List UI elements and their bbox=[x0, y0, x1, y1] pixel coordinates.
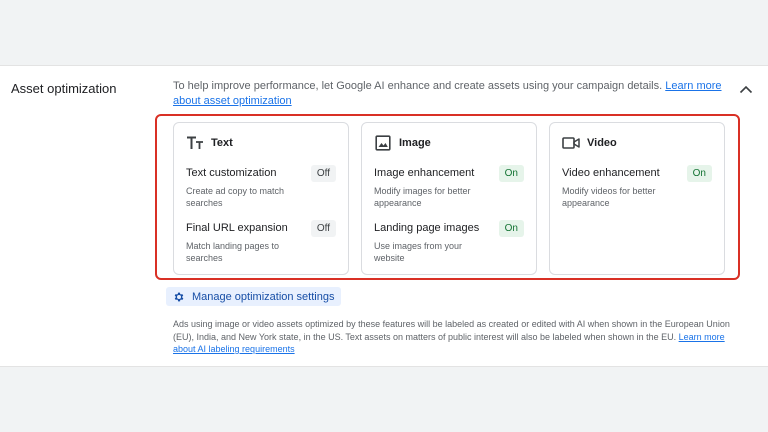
manage-optimization-settings-button[interactable]: Manage optimization settings bbox=[166, 287, 342, 306]
text-card-header: Text bbox=[186, 135, 233, 151]
feature-landing-page-images: Landing page images Use images from your… bbox=[374, 220, 526, 264]
image-card: Image Image enhancement Modify images fo… bbox=[361, 122, 537, 275]
feature-final-url-expansion: Final URL expansion Match landing pages … bbox=[186, 220, 338, 264]
final-url-expansion-status-chip[interactable]: Off bbox=[310, 220, 336, 237]
text-customization-status-chip[interactable]: Off bbox=[310, 165, 336, 182]
feature-desc: Create ad copy to match searches bbox=[186, 186, 285, 208]
video-card-title: Video bbox=[587, 137, 617, 149]
video-card-header: Video bbox=[562, 135, 617, 151]
feature-desc: Match landing pages to searches bbox=[186, 241, 280, 263]
video-card: Video Video enhancement Modify videos fo… bbox=[549, 122, 725, 275]
manage-button-label: Manage optimization settings bbox=[192, 290, 335, 303]
section-title: Asset optimization bbox=[11, 81, 117, 96]
description-text: To help improve performance, let Google … bbox=[173, 80, 663, 92]
text-format-icon bbox=[186, 135, 204, 151]
image-enhancement-status-chip[interactable]: On bbox=[498, 165, 524, 182]
asset-optimization-panel: Asset optimization To help improve perfo… bbox=[0, 65, 768, 367]
feature-desc: Modify videos for better appearance bbox=[562, 186, 656, 208]
image-card-title: Image bbox=[399, 137, 431, 149]
collapse-button[interactable] bbox=[737, 80, 755, 98]
video-enhancement-status-chip[interactable]: On bbox=[686, 165, 712, 182]
footnote-text: Ads using image or video assets optimize… bbox=[173, 319, 730, 342]
landing-page-images-status-chip[interactable]: On bbox=[498, 220, 524, 237]
feature-video-enhancement: Video enhancement Modify videos for bett… bbox=[562, 165, 714, 209]
gear-icon bbox=[173, 291, 185, 303]
chevron-up-icon bbox=[739, 85, 753, 93]
section-description: To help improve performance, let Google … bbox=[173, 79, 733, 109]
image-card-header: Image bbox=[374, 135, 431, 151]
ai-labeling-footnote: Ads using image or video assets optimize… bbox=[173, 318, 733, 356]
feature-text-customization: Text customization Create ad copy to mat… bbox=[186, 165, 338, 209]
text-card-title: Text bbox=[211, 137, 233, 149]
feature-desc: Use images from your website bbox=[374, 241, 463, 263]
videocam-icon bbox=[562, 135, 580, 151]
feature-desc: Modify images for better appearance bbox=[374, 186, 471, 208]
text-card: Text Text customization Create ad copy t… bbox=[173, 122, 349, 275]
feature-image-enhancement: Image enhancement Modify images for bett… bbox=[374, 165, 526, 209]
image-icon bbox=[374, 135, 392, 151]
